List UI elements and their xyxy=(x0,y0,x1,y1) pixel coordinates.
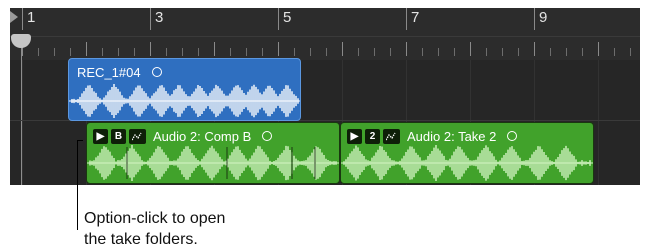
ruler-beat-tick xyxy=(230,48,231,56)
region-title-row: REC_1#04 xyxy=(77,65,163,80)
grid-line xyxy=(22,60,23,185)
quick-swipe-comping-button[interactable] xyxy=(129,128,146,144)
ruler-beat-tick xyxy=(198,48,199,56)
ruler-beat-tick xyxy=(102,48,103,56)
ruler-beat-tick xyxy=(70,48,71,56)
take-selector-button[interactable]: B xyxy=(111,128,126,144)
ruler-bar-number: 7 xyxy=(411,9,420,26)
ruler-beat-tick xyxy=(422,48,423,56)
grid-line xyxy=(598,60,599,185)
ruler-bar-line xyxy=(406,8,407,30)
ruler-beat-tick xyxy=(54,48,55,56)
callout-line-2: the take folders. xyxy=(84,231,198,248)
callout-line-1: Option-click to open xyxy=(84,210,226,227)
ruler-major-tick xyxy=(342,42,343,56)
ruler-major-tick xyxy=(534,42,535,56)
ruler-beat-tick xyxy=(246,48,247,56)
bar-ruler[interactable]: 1 3 5 7 9 xyxy=(10,8,640,60)
waveform xyxy=(87,145,339,181)
ruler-bar-number: 5 xyxy=(283,9,292,26)
ruler-beat-tick xyxy=(502,48,503,56)
ruler-major-tick xyxy=(598,42,599,56)
ruler-beat-tick xyxy=(38,48,39,56)
callout-leader-tick xyxy=(77,140,83,141)
take-folder-disclosure-button[interactable]: ▶ xyxy=(347,128,362,144)
ruler-beat-tick xyxy=(582,48,583,56)
ruler-major-tick xyxy=(86,42,87,56)
loop-circle-icon xyxy=(262,131,273,141)
ruler-beat-tick xyxy=(182,48,183,56)
recording-region[interactable]: REC_1#04 xyxy=(68,58,301,121)
ruler-major-tick xyxy=(150,42,151,56)
quick-swipe-comping-button[interactable] xyxy=(383,128,400,144)
loop-circle-icon xyxy=(152,67,163,77)
take-folder-region-comp-b[interactable]: ▶ B Audio 2: Comp B xyxy=(86,122,340,184)
comping-icon xyxy=(386,132,396,140)
callout-leader-line xyxy=(77,140,78,230)
region-name: Audio 2: Comp B xyxy=(153,128,252,144)
ruler-beat-tick xyxy=(134,48,135,56)
take-folder-disclosure-button[interactable]: ▶ xyxy=(93,128,108,144)
ruler-bar-line xyxy=(534,8,535,30)
take-selector-button[interactable]: 2 xyxy=(365,128,380,144)
ruler-bar-line xyxy=(150,8,151,30)
take-folder-header: ▶ B Audio 2: Comp B xyxy=(93,128,273,144)
ruler-beat-tick xyxy=(374,48,375,56)
ruler-beat-tick xyxy=(326,48,327,56)
ruler-bar-line xyxy=(278,8,279,30)
ruler-beat-tick xyxy=(262,48,263,56)
ruler-major-tick xyxy=(214,42,215,56)
ruler-bar-line xyxy=(22,8,23,30)
region-name: REC_1#04 xyxy=(77,65,141,80)
ruler-beat-tick xyxy=(358,48,359,56)
comping-icon xyxy=(132,132,142,140)
ruler-beat-tick xyxy=(294,48,295,56)
waveform xyxy=(69,84,300,118)
ruler-beat-tick xyxy=(118,48,119,56)
ruler-beat-tick xyxy=(566,48,567,56)
ruler-beat-tick xyxy=(630,48,631,56)
ruler-beat-tick xyxy=(438,48,439,56)
ruler-beat-tick xyxy=(518,48,519,56)
take-folder-header: ▶ 2 Audio 2: Take 2 xyxy=(347,128,518,144)
region-name: Audio 2: Take 2 xyxy=(407,128,497,144)
playhead-marker-icon[interactable] xyxy=(10,11,18,23)
ruler-beat-tick xyxy=(166,48,167,56)
waveform xyxy=(341,145,593,181)
loop-circle-icon xyxy=(507,131,518,141)
ruler-divider xyxy=(10,36,640,37)
ruler-major-tick xyxy=(406,42,407,56)
ruler-major-tick xyxy=(278,42,279,56)
ruler-major-tick xyxy=(470,42,471,56)
callout-text: Option-click to open the take folders. xyxy=(84,208,284,249)
ruler-beat-tick xyxy=(390,48,391,56)
arrange-area: 1 3 5 7 9 REC_1#04 ▶ B Audio 2: Comp B ▶ 2 A… xyxy=(10,8,640,185)
ruler-beat-tick xyxy=(454,48,455,56)
ruler-bar-number: 1 xyxy=(27,9,36,26)
playhead-line[interactable] xyxy=(21,48,22,185)
ruler-beat-tick xyxy=(550,48,551,56)
ruler-bar-number: 3 xyxy=(155,9,164,26)
ruler-beat-tick xyxy=(486,48,487,56)
take-folder-region-take-2[interactable]: ▶ 2 Audio 2: Take 2 xyxy=(340,122,594,184)
ruler-beat-tick xyxy=(614,48,615,56)
ruler-bar-number: 9 xyxy=(539,9,548,26)
ruler-beat-tick xyxy=(310,48,311,56)
